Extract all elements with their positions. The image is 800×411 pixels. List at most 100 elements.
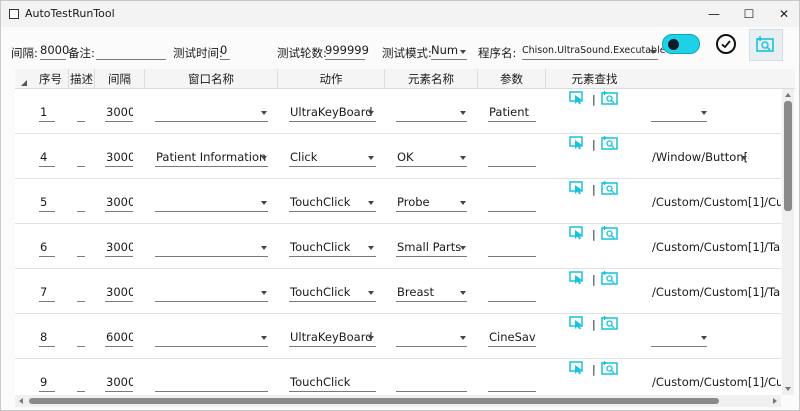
confirm-check-button[interactable] [716,34,736,54]
window-select[interactable]: Patient Information [155,148,268,167]
seq-cell[interactable]: 8 [39,328,55,347]
column-header-interval[interactable]: 间隔 [95,69,145,89]
rounds-input[interactable]: 999999 [325,41,369,60]
screen-capture-icon[interactable] [601,361,619,375]
window-select[interactable] [155,373,268,392]
chevron-down-icon[interactable] [368,111,374,115]
screen-capture-icon[interactable] [601,181,619,195]
element-select[interactable] [396,328,467,347]
chevron-down-icon[interactable] [701,336,707,340]
chevron-down-icon[interactable] [368,336,374,340]
pointer-pick-icon[interactable] [569,226,585,240]
desc-cell[interactable] [77,193,85,212]
run-toggle[interactable] [662,34,700,54]
program-chevron-down-icon[interactable] [650,50,656,54]
scroll-right-icon[interactable] [773,398,777,404]
table-row[interactable]: 1 3000 UltraKeyBoard Patient | [15,89,781,134]
window-select[interactable] [155,193,268,212]
screen-capture-icon[interactable] [601,91,619,105]
chevron-down-icon[interactable] [368,201,374,205]
chevron-down-icon[interactable] [460,156,466,160]
mode-chevron-down-icon[interactable] [460,50,466,54]
seq-cell[interactable]: 6 [39,238,55,257]
desc-cell[interactable] [77,238,85,257]
column-header-element[interactable]: 元素名称 [385,69,478,89]
maximize-button[interactable]: ☐ [732,1,766,27]
pointer-pick-icon[interactable] [569,136,585,150]
pointer-pick-icon[interactable] [569,181,585,195]
param-cell[interactable] [488,148,536,167]
screen-capture-icon[interactable] [601,271,619,285]
chevron-down-icon[interactable] [460,246,466,250]
interval-input[interactable]: 8000 [40,41,69,60]
element-path-select[interactable]: /Custom/Custom[1]/Tab/TabItem [651,283,781,302]
chevron-down-icon[interactable] [368,156,374,160]
param-cell[interactable]: CineSave [488,328,536,347]
param-cell[interactable]: Patient [488,103,536,122]
table-row[interactable]: 7 3000 TouchClick Breast | /Custom/Custo… [15,269,781,314]
chevron-down-icon[interactable] [368,291,374,295]
seq-cell[interactable]: 1 [39,103,55,122]
element-path-select[interactable] [651,328,707,347]
element-select[interactable]: Probe [396,193,467,212]
window-select[interactable] [155,283,268,302]
interval-cell[interactable]: 3000 [105,148,133,167]
interval-cell[interactable]: 3000 [105,193,133,212]
scroll-down-icon[interactable] [785,387,791,391]
column-header-action[interactable]: 动作 [278,69,385,89]
sort-triangle-icon[interactable] [21,80,27,86]
horizontal-scroll-thumb[interactable] [29,398,719,404]
action-select[interactable]: TouchClick [289,238,376,257]
close-button[interactable]: ✕ [767,1,799,27]
table-row[interactable]: 5 3000 TouchClick Probe | /Custom/Custom… [15,179,781,224]
column-header-window[interactable]: 窗口名称 [145,69,278,89]
element-path-select[interactable]: /Window/Button[4] [651,148,749,167]
element-select[interactable]: Breast [396,283,467,302]
minimize-button[interactable]: — [697,1,731,27]
chevron-down-icon[interactable] [460,291,466,295]
table-row[interactable]: 8 6000 UltraKeyBoard CineSave | [15,314,781,359]
screen-capture-icon[interactable] [601,316,619,330]
pointer-pick-icon[interactable] [569,361,585,375]
column-header-find[interactable]: 元素查找 [546,69,643,89]
desc-cell[interactable] [77,328,85,347]
pointer-pick-icon[interactable] [569,91,585,105]
horizontal-scrollbar[interactable] [15,395,781,407]
column-header-param[interactable]: 参数 [478,69,546,89]
table-row[interactable]: 6 3000 TouchClick Small Parts | /Custom/… [15,224,781,269]
element-path-select[interactable]: /Custom/Custom[1]/Custom[2] [651,373,781,392]
chevron-down-icon[interactable] [261,201,267,205]
pointer-pick-icon[interactable] [569,316,585,330]
window-select[interactable] [155,238,268,257]
vertical-scroll-thumb[interactable] [784,101,792,211]
seq-cell[interactable]: 4 [39,148,55,167]
action-select[interactable]: UltraKeyBoard [289,103,376,122]
desc-cell[interactable] [77,148,85,167]
desc-cell[interactable] [77,373,85,392]
interval-cell[interactable]: 3000 [105,103,133,122]
element-select[interactable]: Small Parts [396,238,467,257]
chevron-down-icon[interactable] [460,336,466,340]
chevron-down-icon[interactable] [368,246,374,250]
element-select[interactable]: OK [396,148,467,167]
chevron-down-icon[interactable] [460,201,466,205]
param-cell[interactable] [488,193,536,212]
action-select[interactable]: TouchClick [289,193,376,212]
remark-input[interactable] [96,41,166,60]
chevron-down-icon[interactable] [261,246,267,250]
param-cell[interactable] [488,283,536,302]
element-path-select[interactable]: /Custom/Custom[1]/Custom[2] [651,193,781,212]
seq-cell[interactable]: 7 [39,283,55,302]
window-select[interactable] [155,328,268,347]
screen-capture-button[interactable] [749,29,783,61]
chevron-down-icon[interactable] [261,291,267,295]
action-select[interactable]: TouchClick [289,283,376,302]
interval-cell[interactable]: 3000 [105,238,133,257]
window-select[interactable] [155,103,268,122]
interval-cell[interactable]: 6000 [105,328,133,347]
interval-cell[interactable]: 3000 [105,283,133,302]
element-select[interactable] [396,373,467,392]
vertical-scrollbar[interactable] [782,89,794,395]
seq-cell[interactable]: 9 [39,373,55,392]
param-cell[interactable] [488,238,536,257]
